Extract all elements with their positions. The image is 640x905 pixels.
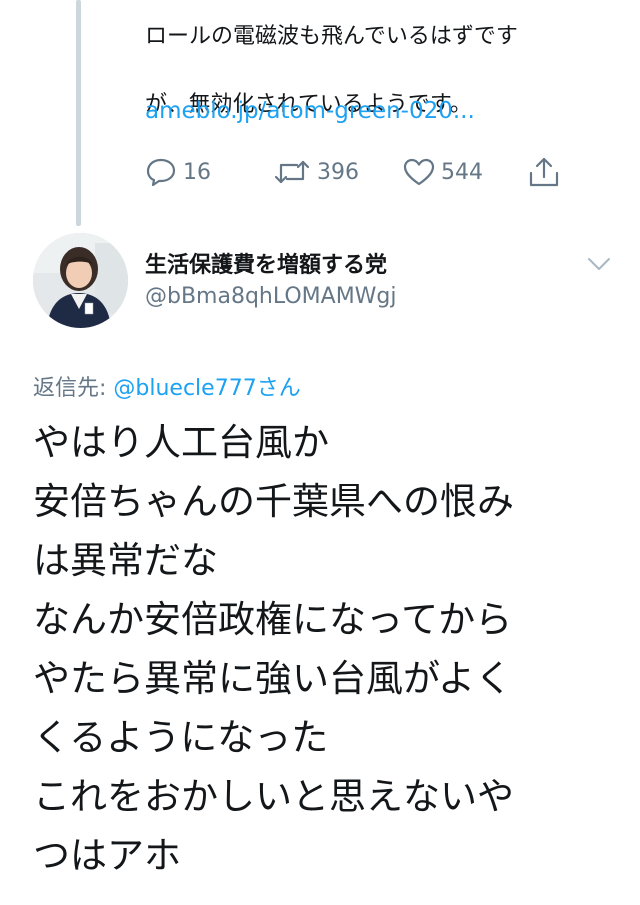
author-name[interactable]: 生活保護費を増額する党 [145,247,387,279]
like-icon [403,158,435,186]
previous-tweet-link[interactable]: ameblo.jp/atom-green-020... [145,98,475,124]
thread-connector-line [76,0,81,226]
reply-icon [146,158,176,187]
like-button[interactable]: 544 [403,152,483,192]
previous-tweet-text: ロールの電磁波も飛んでいるはずです が、無効化されているようです。 [145,0,615,156]
chevron-down-icon[interactable] [586,254,612,274]
tweet-line: は異常だな [33,539,218,582]
author-avatar[interactable] [33,233,128,328]
tweet-line: つはアホ [33,834,181,877]
tweet-line: くるようになった [33,716,329,759]
reply-to-label: 返信先: [33,376,114,401]
like-count: 544 [441,159,483,185]
tweet-line: なんか安倍政権になってから [33,598,513,641]
previous-tweet-actions: 16 396 544 [145,152,575,192]
tweet-line: 安倍ちゃんの千葉県への恨み [33,480,514,523]
reply-to-line: 返信先: @bluecle777さん [33,370,301,402]
author-handle[interactable]: @bBma8qhLOMAMWgj [145,284,397,309]
reply-count: 16 [183,159,211,185]
reply-button[interactable]: 16 [145,152,211,192]
share-icon [529,157,559,187]
share-button[interactable] [527,152,561,192]
retweet-icon [274,160,310,184]
reply-to-suffix: さん [256,376,301,401]
tweet-line: やたら異常に強い台風がよく [33,657,513,700]
reply-to-mention[interactable]: @bluecle777 [113,376,256,401]
tweet-line: これをおかしいと思えないや [33,775,514,818]
avatar-photo [33,233,128,328]
previous-tweet-line: ロールの電磁波も飛んでいるはずです [145,24,518,49]
tweet-body: やはり人工台風か 安倍ちゃんの千葉県への恨み は異常だな なんか安倍政権になって… [33,413,613,885]
tweet-line: やはり人工台風か [33,421,329,464]
retweet-count: 396 [317,159,359,185]
retweet-button[interactable]: 396 [273,152,359,192]
